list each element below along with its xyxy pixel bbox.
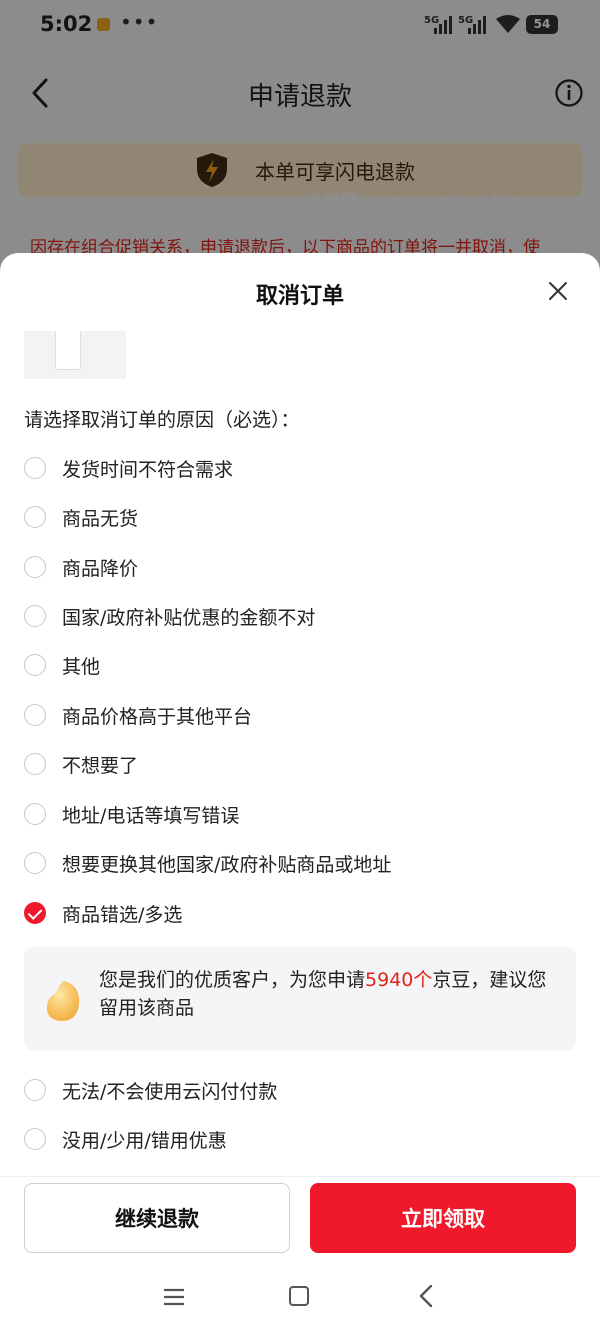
reason-option[interactable]: 发货时间不符合需求 (24, 452, 233, 484)
reason-label: 其他 (62, 655, 101, 678)
reason-option[interactable]: 无法/不会使用云闪付付款 (24, 1074, 277, 1106)
reason-label: 不想要了 (62, 754, 139, 777)
reason-option[interactable]: 商品降价 (24, 551, 138, 583)
reason-label: 发货时间不符合需求 (62, 458, 234, 481)
reason-label: 商品价格高于其他平台 (62, 705, 253, 728)
radio-button[interactable] (24, 852, 46, 874)
radio-button[interactable] (24, 654, 46, 676)
bean-offer-card: 您是我们的优质客户，为您申请5940个京豆，建议您留用该商品 (24, 947, 576, 1051)
reason-label: 无法/不会使用云闪付付款 (62, 1080, 278, 1103)
reason-option[interactable]: 想要更换其他国家/政府补贴商品或地址 (24, 847, 391, 879)
reason-label: 没用/少用/错用优惠 (62, 1129, 227, 1152)
bean-icon (46, 981, 80, 1021)
radio-button[interactable] (24, 457, 46, 479)
radio-button[interactable] (24, 753, 46, 775)
radio-button[interactable] (24, 1128, 46, 1150)
reason-option-selected[interactable]: 商品错选/多选 (24, 897, 182, 929)
reason-option[interactable]: 其他 (24, 649, 100, 681)
home-icon[interactable] (289, 1286, 309, 1306)
cancel-order-sheet: 取消订单 请选择取消订单的原因（必选）： 发货时间不符合需求 商品无货 商品降价… (0, 253, 600, 1333)
reason-label: 国家/政府补贴优惠的金额不对 (62, 606, 316, 629)
bean-amount: 5940个 (365, 969, 433, 991)
reason-option[interactable]: 不想要了 (24, 748, 138, 780)
radio-button[interactable] (24, 605, 46, 627)
nav-back-icon[interactable] (416, 1283, 436, 1309)
radio-button[interactable] (24, 556, 46, 578)
product-thumbnail (24, 331, 126, 379)
reason-option[interactable]: 商品价格高于其他平台 (24, 699, 252, 731)
reason-option[interactable]: 商品无货 (24, 501, 138, 533)
reason-prompt: 请选择取消订单的原因（必选）： (24, 409, 300, 431)
radio-button[interactable] (24, 704, 46, 726)
sheet-title: 取消订单 (255, 284, 344, 309)
reason-option[interactable]: 国家/政府补贴优惠的金额不对 (24, 600, 315, 632)
bean-offer-text: 您是我们的优质客户，为您申请5940个京豆，建议您留用该商品 (99, 966, 561, 1022)
radio-button[interactable] (24, 506, 46, 528)
system-nav-bar (0, 1265, 600, 1333)
continue-refund-button[interactable]: 继续退款 (24, 1183, 290, 1253)
reason-label: 商品无货 (62, 507, 139, 530)
reason-label: 商品降价 (62, 557, 139, 580)
bean-text-before: 您是我们的优质客户，为您申请 (99, 969, 366, 991)
reason-label: 商品错选/多选 (62, 903, 183, 926)
reason-label: 地址/电话等填写错误 (62, 804, 240, 827)
reason-label: 想要更换其他国家/政府补贴商品或地址 (62, 853, 392, 876)
radio-button-checked[interactable] (24, 902, 46, 924)
radio-button[interactable] (24, 1079, 46, 1101)
close-icon[interactable] (546, 279, 570, 303)
reason-option[interactable]: 地址/电话等填写错误 (24, 798, 239, 830)
footer-divider (0, 1176, 600, 1177)
claim-beans-button[interactable]: 立即领取 (310, 1183, 576, 1253)
radio-button[interactable] (24, 803, 46, 825)
menu-icon[interactable] (163, 1287, 185, 1307)
reason-option[interactable]: 没用/少用/错用优惠 (24, 1123, 227, 1155)
